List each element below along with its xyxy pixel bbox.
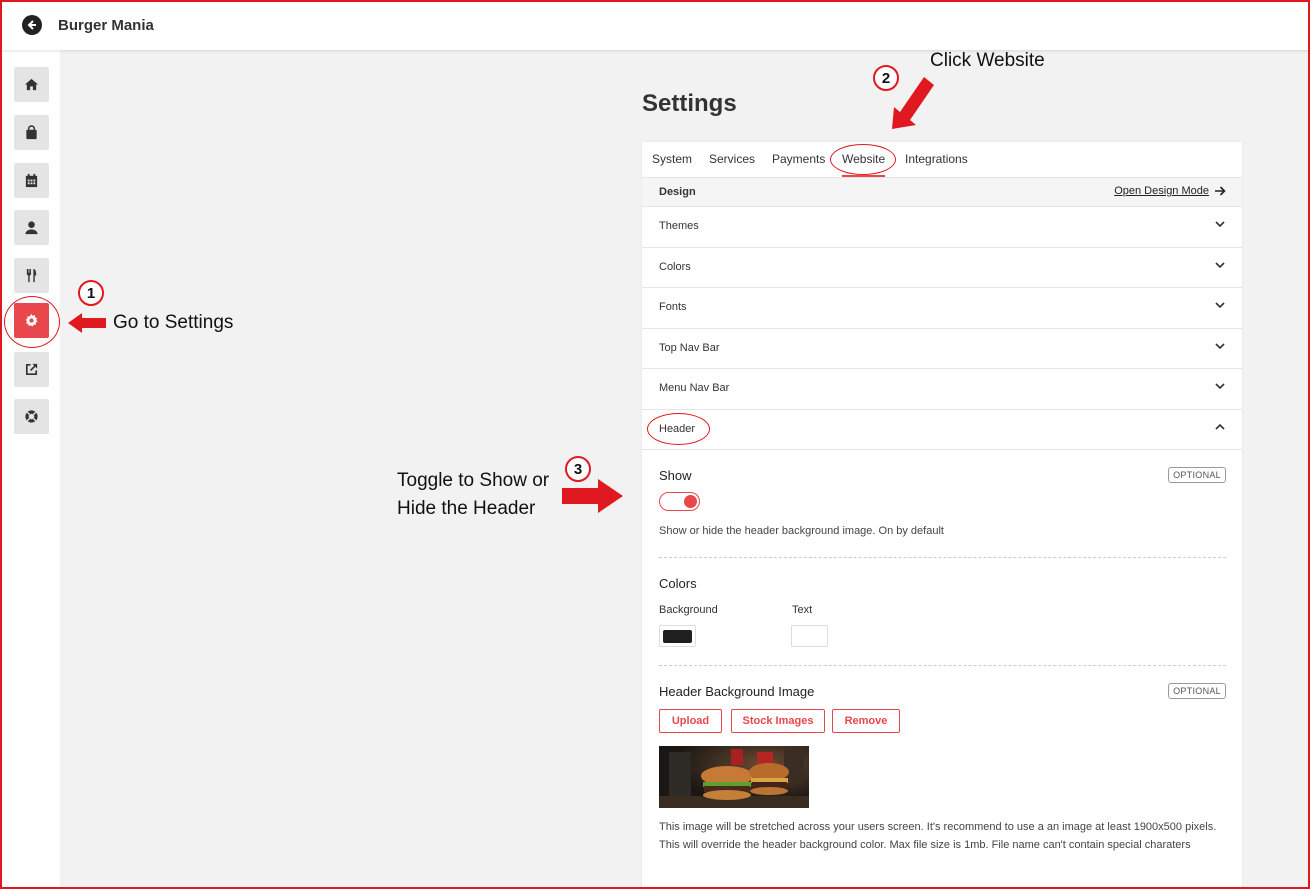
app-title: Burger Mania (58, 17, 154, 34)
accordion-label: Fonts (659, 301, 687, 313)
accordion-top-nav-bar[interactable]: Top Nav Bar (642, 329, 1242, 369)
accordion-themes[interactable]: Themes (642, 207, 1242, 248)
show-help-text: Show or hide the header background image… (659, 525, 944, 537)
annotation-step-3-text-line2: Hide the Header (397, 498, 536, 519)
background-color-swatch[interactable] (659, 625, 696, 647)
optional-badge: OPTIONAL (1168, 467, 1226, 483)
chevron-down-icon (1215, 342, 1225, 349)
chevron-down-icon (1215, 302, 1225, 309)
arrow-right-icon (1215, 186, 1226, 196)
chevron-down-icon (1215, 261, 1225, 268)
tab-system[interactable]: System (652, 152, 692, 166)
arrow-right-annotation-icon (562, 479, 623, 513)
annotation-step-1-text: Go to Settings (113, 312, 234, 333)
external-link-icon (25, 363, 38, 376)
back-arrow-icon[interactable] (22, 15, 42, 35)
divider (659, 557, 1226, 558)
annotation-settings-circle (4, 296, 60, 348)
accordion-label: Menu Nav Bar (659, 382, 730, 394)
sidebar-item-external[interactable] (14, 352, 49, 387)
user-icon (25, 221, 38, 235)
annotation-header-oval (647, 413, 710, 445)
annotation-step-1-number: 1 (78, 280, 104, 306)
toggle-knob (684, 495, 697, 508)
arrow-down-left-icon (892, 77, 934, 129)
sidebar-item-help[interactable] (14, 399, 49, 434)
sidebar-item-menu[interactable] (14, 258, 49, 293)
annotation-step-3-text-line1: Toggle to Show or (397, 470, 550, 491)
accordion-colors[interactable]: Colors (642, 248, 1242, 288)
open-design-mode-label: Open Design Mode (1114, 185, 1209, 197)
settings-panel: System Services Payments Website Integra… (642, 142, 1242, 889)
colors-title: Colors (659, 576, 697, 591)
accordion-header[interactable]: Header (642, 410, 1242, 450)
stock-images-button[interactable]: Stock Images (731, 709, 825, 733)
accordion-menu-nav-bar[interactable]: Menu Nav Bar (642, 369, 1242, 410)
accordion-label: Top Nav Bar (659, 341, 720, 354)
text-color-label: Text (792, 604, 813, 616)
show-title: Show (659, 468, 692, 483)
lifebuoy-icon (25, 410, 38, 423)
sidebar-item-home[interactable] (14, 67, 49, 102)
sidebar-item-orders[interactable] (14, 115, 49, 150)
calendar-icon (25, 173, 38, 188)
utensils-icon (26, 268, 37, 283)
design-label: Design (659, 186, 696, 198)
tab-integrations[interactable]: Integrations (905, 152, 968, 166)
sidebar-item-customers[interactable] (14, 210, 49, 245)
header-image-help-text: This image will be stretched across your… (659, 821, 1217, 851)
text-color-fill (795, 630, 824, 643)
tab-bar: System Services Payments Website Integra… (642, 142, 1242, 178)
accordion-fonts[interactable]: Fonts (642, 288, 1242, 329)
page-title: Settings (642, 90, 737, 117)
header-image-title: Header Background Image (659, 684, 815, 699)
annotation-step-2-text: Click Website (930, 50, 1045, 71)
header-image-preview (659, 746, 809, 808)
accordion-label: Themes (659, 220, 699, 232)
background-color-label: Background (659, 604, 718, 616)
divider (659, 665, 1226, 666)
chevron-down-icon (1215, 383, 1225, 390)
tab-services[interactable]: Services (709, 152, 755, 166)
show-header-toggle[interactable] (659, 492, 700, 511)
home-icon (24, 78, 39, 91)
sidebar (0, 50, 60, 889)
arrow-left-icon (68, 313, 106, 333)
optional-badge: OPTIONAL (1168, 683, 1226, 699)
sidebar-item-calendar[interactable] (14, 163, 49, 198)
upload-button[interactable]: Upload (659, 709, 722, 733)
top-bar: Burger Mania (0, 0, 1310, 50)
annotation-website-tab-oval (830, 144, 896, 175)
text-color-swatch[interactable] (791, 625, 828, 647)
accordion-label: Colors (659, 260, 691, 273)
open-design-mode-link[interactable]: Open Design Mode (1114, 185, 1226, 197)
shopping-bag-icon (26, 125, 37, 140)
header-settings-body: Show OPTIONAL Show or hide the header ba… (642, 450, 1242, 889)
design-bar: Design Open Design Mode (642, 178, 1242, 207)
chevron-up-icon (1215, 423, 1225, 430)
chevron-down-icon (1215, 221, 1225, 228)
remove-button[interactable]: Remove (832, 709, 900, 733)
background-color-fill (663, 630, 692, 643)
tab-payments[interactable]: Payments (772, 152, 825, 166)
